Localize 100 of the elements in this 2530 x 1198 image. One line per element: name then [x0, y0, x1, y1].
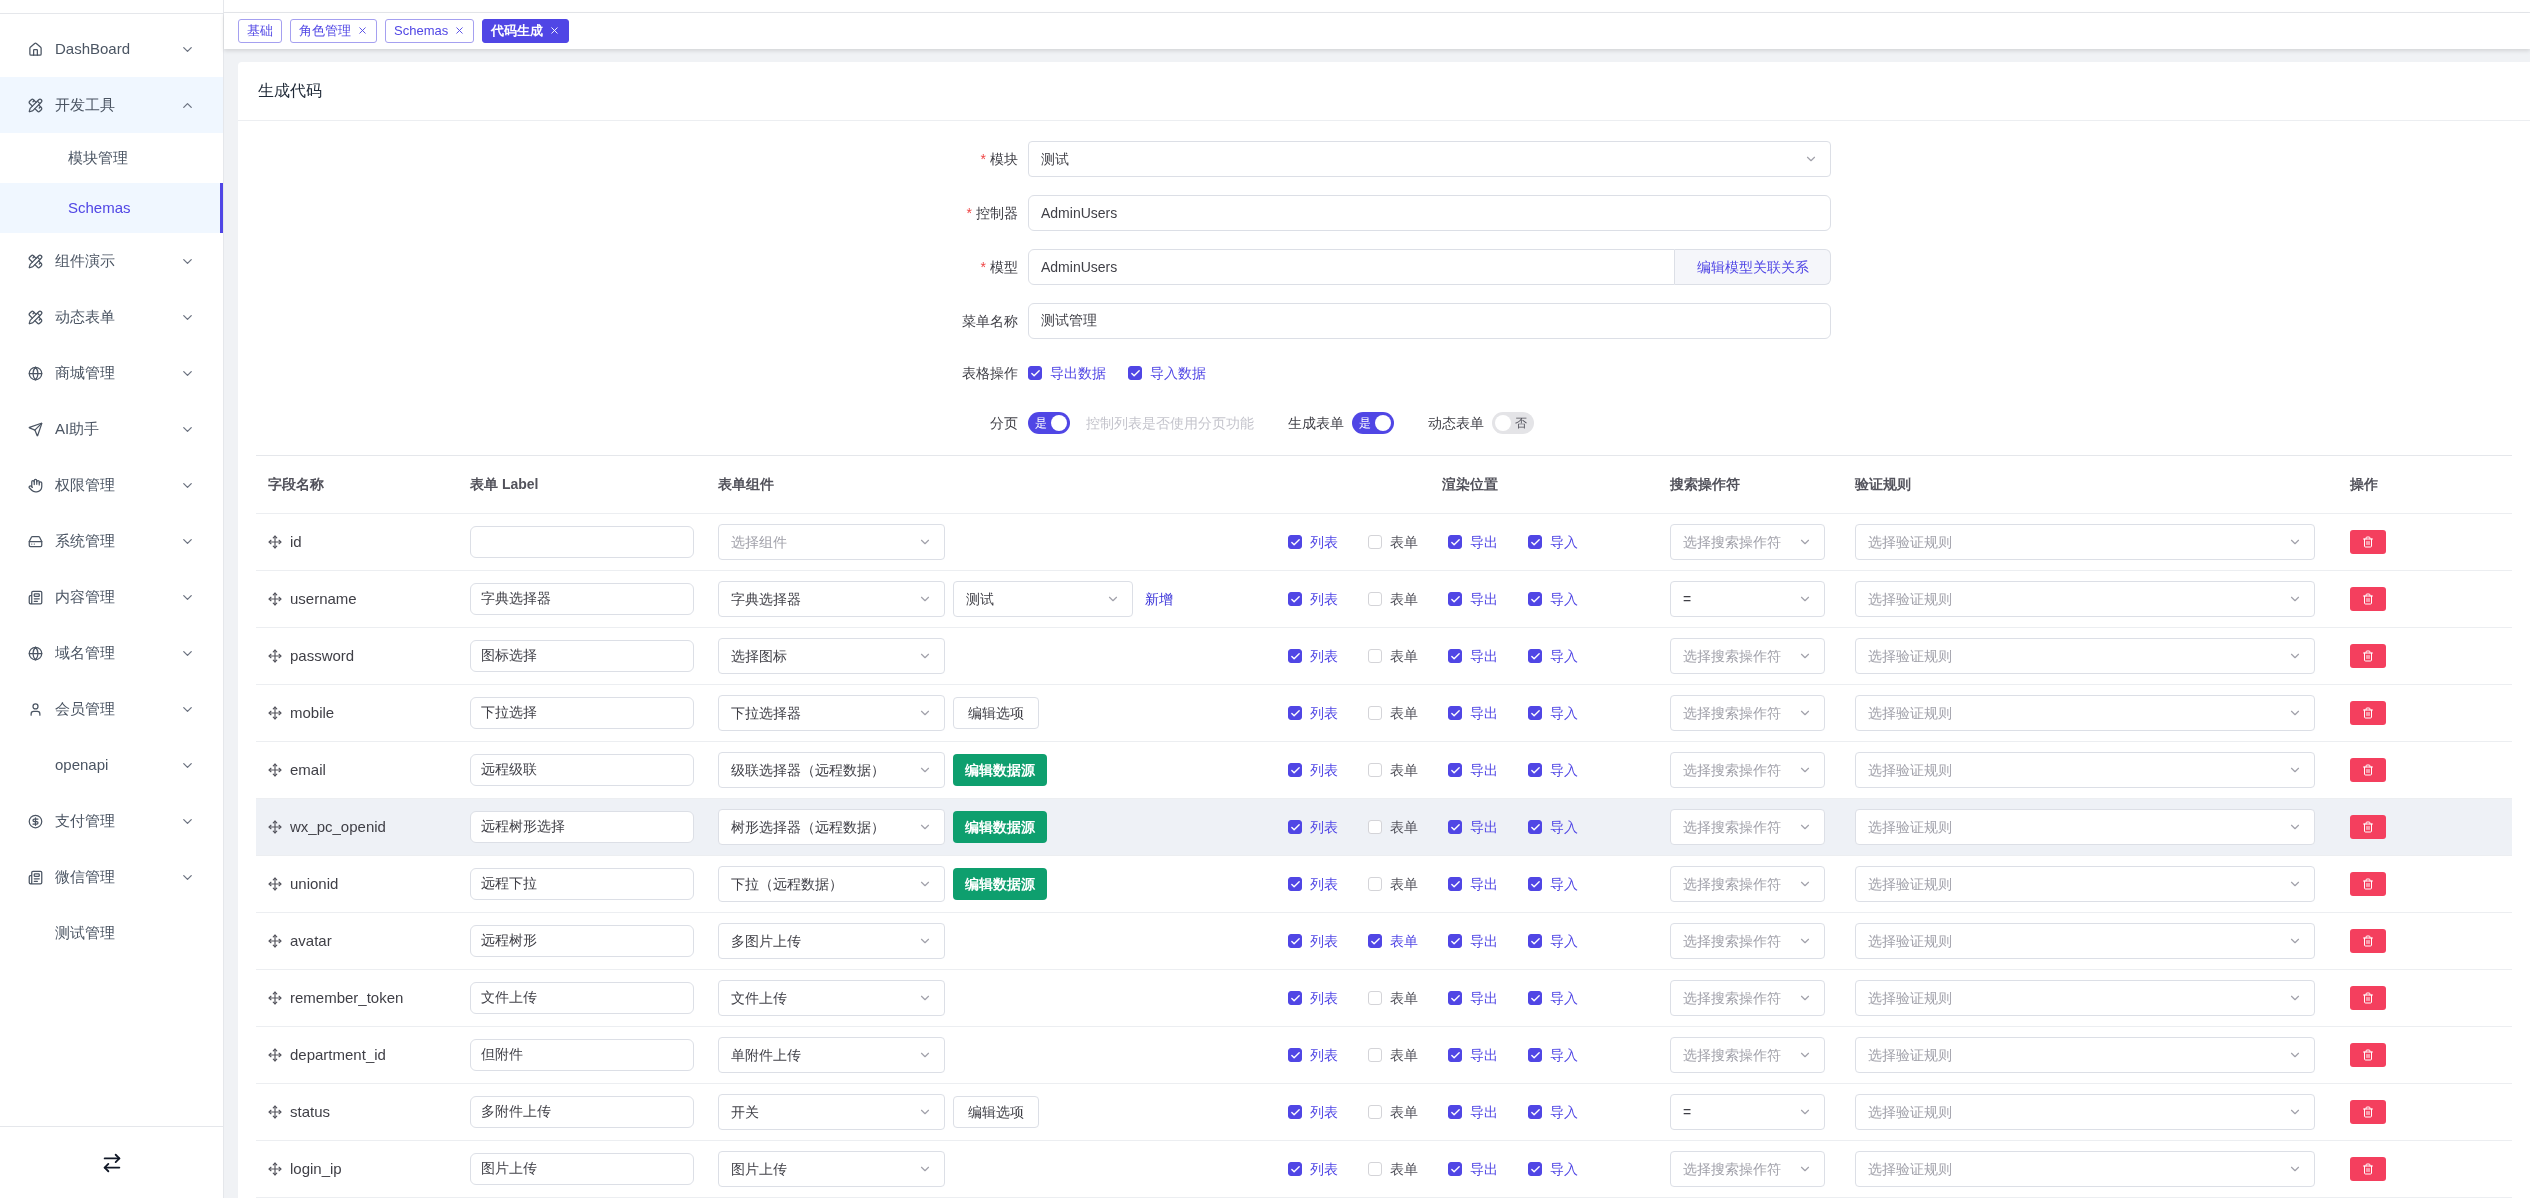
add-link[interactable]: 新增: [1145, 588, 1173, 610]
checkbox[interactable]: [1288, 592, 1302, 606]
component-select[interactable]: 树形选择器（远程数据）: [718, 809, 945, 845]
checkbox[interactable]: [1528, 991, 1542, 1005]
checkbox[interactable]: [1448, 592, 1462, 606]
delete-button[interactable]: [2350, 587, 2386, 611]
label-input[interactable]: [470, 526, 694, 558]
toggle-switch[interactable]: 否: [1492, 412, 1534, 434]
checkbox[interactable]: [1448, 763, 1462, 777]
close-icon[interactable]: [357, 25, 368, 37]
checkbox[interactable]: [1528, 1162, 1542, 1176]
text-input[interactable]: 测试管理: [1028, 303, 1831, 339]
delete-button[interactable]: [2350, 986, 2386, 1010]
sidebar-item[interactable]: 支付管理: [0, 793, 223, 849]
sidebar-item[interactable]: DashBoard: [0, 21, 223, 77]
checkbox[interactable]: [1448, 649, 1462, 663]
label-input[interactable]: 远程级联: [470, 754, 694, 786]
component-select[interactable]: 级联选择器（远程数据）: [718, 752, 945, 788]
checkbox[interactable]: [1448, 991, 1462, 1005]
operator-select[interactable]: =: [1670, 581, 1825, 617]
delete-button[interactable]: [2350, 815, 2386, 839]
checkbox[interactable]: [1288, 1048, 1302, 1062]
text-input[interactable]: AdminUsers: [1028, 195, 1831, 231]
sidebar-item[interactable]: 权限管理: [0, 457, 223, 513]
drag-handle-icon[interactable]: [268, 706, 282, 720]
checkbox[interactable]: [1528, 763, 1542, 777]
delete-button[interactable]: [2350, 1157, 2386, 1181]
sidebar-item[interactable]: openapi: [0, 737, 223, 793]
checkbox[interactable]: [1448, 877, 1462, 891]
delete-button[interactable]: [2350, 872, 2386, 896]
sidebar-item[interactable]: 开发工具: [0, 77, 223, 133]
delete-button[interactable]: [2350, 701, 2386, 725]
label-input[interactable]: 下拉选择: [470, 697, 694, 729]
component-select[interactable]: 单附件上传: [718, 1037, 945, 1073]
edit-options-button[interactable]: 编辑选项: [953, 1096, 1039, 1128]
component-select[interactable]: 图片上传: [718, 1151, 945, 1187]
component-select[interactable]: 开关: [718, 1094, 945, 1130]
sidebar-item[interactable]: 动态表单: [0, 289, 223, 345]
component-select[interactable]: 下拉选择器: [718, 695, 945, 731]
checkbox[interactable]: [1448, 535, 1462, 549]
label-input[interactable]: 多附件上传: [470, 1096, 694, 1128]
delete-button[interactable]: [2350, 1100, 2386, 1124]
component-select[interactable]: 文件上传: [718, 980, 945, 1016]
drag-handle-icon[interactable]: [268, 1162, 282, 1176]
checkbox[interactable]: [1448, 1105, 1462, 1119]
checkbox[interactable]: [1288, 820, 1302, 834]
label-input[interactable]: 但附件: [470, 1039, 694, 1071]
drag-handle-icon[interactable]: [268, 649, 282, 663]
delete-button[interactable]: [2350, 929, 2386, 953]
page-tab[interactable]: 代码生成: [482, 18, 570, 43]
checkbox[interactable]: [1448, 820, 1462, 834]
checkbox[interactable]: [1288, 991, 1302, 1005]
sidebar-item[interactable]: 测试管理: [0, 905, 223, 961]
sidebar-item[interactable]: AI助手: [0, 401, 223, 457]
sidebar-subitem[interactable]: 模块管理: [0, 133, 223, 183]
delete-button[interactable]: [2350, 644, 2386, 668]
component-select[interactable]: 字典选择器: [718, 581, 945, 617]
text-input[interactable]: AdminUsers: [1028, 249, 1675, 285]
label-input[interactable]: 字典选择器: [470, 583, 694, 615]
sidebar-item[interactable]: 微信管理: [0, 849, 223, 905]
sidebar-item[interactable]: 组件演示: [0, 233, 223, 289]
checkbox[interactable]: [1448, 934, 1462, 948]
delete-button[interactable]: [2350, 530, 2386, 554]
label-input[interactable]: 远程树形选择: [470, 811, 694, 843]
drag-handle-icon[interactable]: [268, 535, 282, 549]
checkbox[interactable]: [1528, 820, 1542, 834]
sidebar-item[interactable]: 会员管理: [0, 681, 223, 737]
checkbox[interactable]: [1288, 706, 1302, 720]
drag-handle-icon[interactable]: [268, 934, 282, 948]
checkbox[interactable]: [1528, 535, 1542, 549]
component-select[interactable]: 多图片上传: [718, 923, 945, 959]
checkbox[interactable]: [1448, 1162, 1462, 1176]
close-icon[interactable]: [549, 25, 561, 37]
checkbox[interactable]: [1528, 592, 1542, 606]
page-tab[interactable]: 基础: [238, 18, 282, 43]
checkbox[interactable]: [1448, 1048, 1462, 1062]
component-select[interactable]: 选择图标: [718, 638, 945, 674]
edit-relations-button[interactable]: 编辑模型关联关系: [1675, 249, 1831, 285]
drag-handle-icon[interactable]: [268, 592, 282, 606]
checkbox[interactable]: [1288, 649, 1302, 663]
toggle-switch[interactable]: 是: [1352, 412, 1394, 434]
sidebar-item[interactable]: 内容管理: [0, 569, 223, 625]
checkbox[interactable]: [1288, 763, 1302, 777]
checkbox[interactable]: [1288, 934, 1302, 948]
label-input[interactable]: 远程树形: [470, 925, 694, 957]
sidebar-item[interactable]: 系统管理: [0, 513, 223, 569]
checkbox[interactable]: [1448, 706, 1462, 720]
drag-handle-icon[interactable]: [268, 820, 282, 834]
delete-button[interactable]: [2350, 1043, 2386, 1067]
drag-handle-icon[interactable]: [268, 1048, 282, 1062]
edit-options-button[interactable]: 编辑选项: [953, 697, 1039, 729]
component-select[interactable]: 下拉（远程数据）: [718, 866, 945, 902]
drag-handle-icon[interactable]: [268, 991, 282, 1005]
delete-button[interactable]: [2350, 758, 2386, 782]
checkbox[interactable]: [1528, 877, 1542, 891]
drag-handle-icon[interactable]: [268, 763, 282, 777]
drag-handle-icon[interactable]: [268, 877, 282, 891]
sidebar-item[interactable]: 商城管理: [0, 345, 223, 401]
label-input[interactable]: 远程下拉: [470, 868, 694, 900]
sidebar-item[interactable]: 域名管理: [0, 625, 223, 681]
